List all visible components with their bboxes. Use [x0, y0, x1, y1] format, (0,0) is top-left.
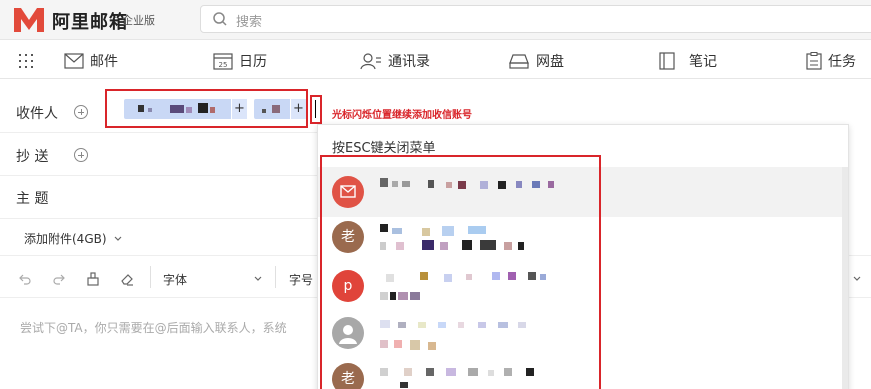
search-input[interactable]: [200, 5, 871, 33]
contact-avatar-1[interactable]: [332, 176, 364, 208]
cc-label: 抄 送: [16, 149, 49, 165]
body-placeholder[interactable]: 尝试下@TA，你只需要在@后面输入联系人，系统: [20, 319, 287, 336]
nav-drive-label: 网盘: [536, 54, 564, 70]
toolbar-divider: [150, 266, 151, 288]
tasks-icon: [806, 52, 822, 70]
font-size-label[interactable]: 字号: [289, 271, 313, 288]
calendar-day: 25: [219, 61, 228, 69]
subject-label: 主 题: [16, 191, 49, 207]
nav-notes[interactable]: 笔记: [659, 50, 717, 72]
dropdown-scrollbar[interactable]: [842, 167, 848, 389]
nav-contacts-label: 通讯录: [388, 54, 430, 70]
nav-drive[interactable]: 网盘: [508, 50, 564, 72]
contact-avatar-4[interactable]: [332, 317, 364, 349]
subject-divider: [0, 218, 317, 219]
notes-icon: [659, 52, 675, 70]
contact-avatar-2[interactable]: 老: [332, 221, 364, 253]
nav-calendar-label: 日历: [239, 54, 267, 70]
mail-icon: [340, 185, 356, 198]
chevron-down-icon: [114, 236, 121, 241]
person-icon: [339, 325, 357, 344]
contact-name-5[interactable]: [380, 366, 580, 388]
edition-label: 企业版: [122, 14, 155, 27]
add-cc-icon[interactable]: [74, 148, 88, 162]
font-dropdown-icon[interactable]: [253, 275, 263, 283]
undo-icon[interactable]: [18, 272, 32, 286]
contact-name-4[interactable]: [380, 320, 580, 354]
recipient-chip[interactable]: +: [124, 99, 247, 119]
nav-calendar[interactable]: 25 日历: [213, 50, 267, 72]
attachment-label: 添加附件(4GB): [24, 232, 107, 246]
search-placeholder: 搜索: [236, 15, 263, 30]
add-attachment-button[interactable]: 添加附件(4GB): [24, 230, 123, 247]
recipient-chip-2[interactable]: +: [254, 99, 306, 119]
contact-avatar-3[interactable]: p: [332, 270, 364, 302]
nav-mail-label: 邮件: [90, 54, 118, 70]
contact-name-3[interactable]: [380, 270, 580, 304]
main-nav: [0, 41, 871, 79]
nav-notes-label: 笔记: [689, 54, 717, 70]
nav-mail[interactable]: 邮件: [64, 50, 118, 72]
format-painter-icon[interactable]: [86, 272, 100, 286]
search-icon: [213, 12, 227, 26]
calendar-icon: 25: [213, 53, 233, 70]
more-dropdown-icon[interactable]: [852, 275, 862, 283]
chip-plus-button-2[interactable]: +: [290, 99, 306, 119]
nav-tasks[interactable]: 任务: [806, 50, 856, 72]
chip-plus-button[interactable]: +: [231, 99, 247, 119]
to-label: 收件人: [16, 106, 58, 122]
contact-name-1[interactable]: [380, 178, 580, 192]
nav-contacts[interactable]: 通讯录: [360, 50, 430, 72]
contact-avatar-5[interactable]: 老: [332, 363, 364, 389]
mail-icon: [64, 53, 84, 69]
logo-icon[interactable]: [12, 4, 46, 34]
logo-text: 阿里邮箱: [52, 12, 128, 33]
toolbar-divider-2: [275, 266, 276, 288]
cc-divider: [0, 175, 317, 176]
contacts-icon: [360, 53, 381, 70]
cursor-highlight-box: [310, 95, 322, 124]
redo-icon[interactable]: [52, 272, 66, 286]
apps-grid-icon[interactable]: [18, 53, 34, 69]
contact-name-2[interactable]: [380, 224, 580, 258]
eraser-icon[interactable]: [120, 272, 134, 286]
dropdown-hint: 按ESC键关闭菜单: [332, 141, 436, 156]
drive-icon: [509, 54, 529, 69]
add-recipient-icon[interactable]: [74, 105, 88, 119]
font-family-label[interactable]: 字体: [163, 271, 187, 288]
annotation-text: 光标闪烁位置继续添加收信账号: [332, 110, 472, 121]
nav-tasks-label: 任务: [828, 54, 856, 70]
text-cursor[interactable]: [315, 100, 316, 118]
to-divider: [0, 132, 317, 133]
